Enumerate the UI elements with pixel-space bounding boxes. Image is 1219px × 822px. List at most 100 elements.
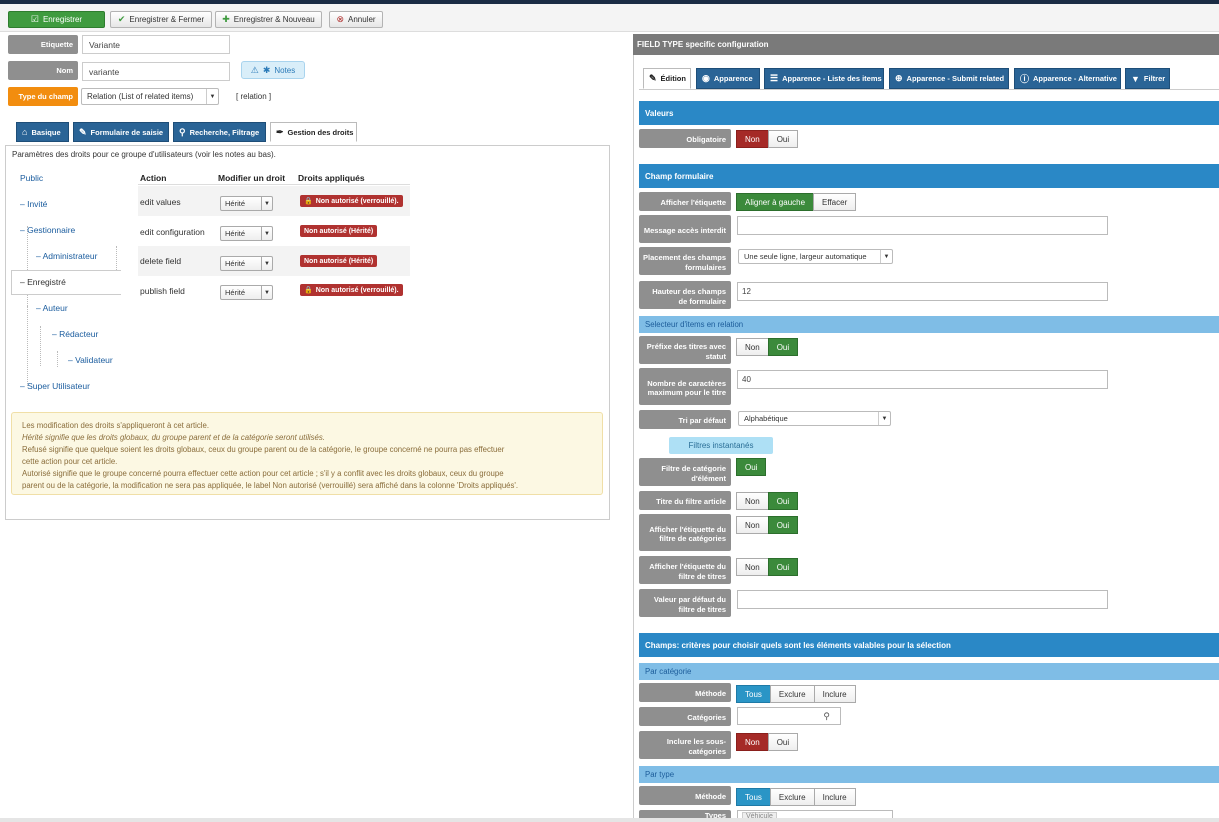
bottom-strip xyxy=(0,818,1219,822)
permission-select[interactable]: Hérité ▼ xyxy=(220,285,273,300)
tab-gestion-droits[interactable]: ✒ Gestion des droits xyxy=(270,122,357,142)
group-public[interactable]: Public xyxy=(20,173,43,183)
permission-select[interactable]: Hérité ▼ xyxy=(220,226,273,241)
tab-edition[interactable]: ✎ Édition xyxy=(643,68,691,89)
title-filter-toggle[interactable]: Non Oui xyxy=(736,492,799,510)
no-button[interactable]: Non xyxy=(736,558,769,576)
save-button[interactable]: ☑ Enregistrer xyxy=(8,11,105,28)
yes-button[interactable]: Oui xyxy=(767,516,799,534)
no-button[interactable]: Non xyxy=(736,492,769,510)
permission-select[interactable]: Hérité ▼ xyxy=(220,256,273,271)
clear-button[interactable]: Effacer xyxy=(813,193,857,211)
sort-select[interactable]: Alphabétique ▼ xyxy=(738,411,891,426)
align-left-button[interactable]: Aligner à gauche xyxy=(736,193,815,211)
pen-icon: ✒ xyxy=(276,126,284,137)
required-label: Obligatoire xyxy=(639,129,731,148)
note-line: Hérité signifie que les droits globaux, … xyxy=(22,433,325,442)
include-button[interactable]: Inclure xyxy=(813,788,856,806)
yes-button[interactable]: Oui xyxy=(767,130,799,148)
yes-button[interactable]: Oui xyxy=(767,338,799,356)
all-button[interactable]: Tous xyxy=(736,788,771,806)
tab-apparence-liste[interactable]: ☰ Apparence - Liste des items xyxy=(764,68,884,89)
yes-button[interactable]: Oui xyxy=(767,733,799,751)
action-cell: publish field xyxy=(140,286,185,296)
group-gestionnaire[interactable]: – Gestionnaire xyxy=(20,225,75,235)
check-icon: ✔ xyxy=(117,14,126,24)
prefix-toggle[interactable]: Non Oui xyxy=(736,338,799,356)
col-applied: Droits appliqués xyxy=(298,173,365,183)
access-message-label: Message accès interdit xyxy=(639,215,731,243)
field-type-select[interactable]: Relation (List of related items) ▼ xyxy=(81,88,219,105)
permission-select[interactable]: Hérité ▼ xyxy=(220,196,273,211)
tree-line xyxy=(27,306,28,366)
notes-button[interactable]: ⚠ ✱ Notes xyxy=(241,61,305,79)
placement-select[interactable]: Une seule ligne, largeur automatique ▼ xyxy=(738,249,893,264)
include-sub-toggle[interactable]: Non Oui xyxy=(736,733,799,751)
group-validateur[interactable]: – Validateur xyxy=(68,355,113,365)
cancel-icon: ⊗ xyxy=(336,14,344,24)
status-badge: Non autorisé (Hérité) xyxy=(300,225,378,237)
action-cell: edit configuration xyxy=(140,227,205,237)
default-title-filter-input[interactable] xyxy=(737,590,1108,609)
no-button[interactable]: Non xyxy=(736,130,769,148)
tab-formulaire[interactable]: ✎ Formulaire de saisie xyxy=(73,122,169,142)
exclude-button[interactable]: Exclure xyxy=(769,788,815,806)
group-redacteur[interactable]: – Rédacteur xyxy=(52,329,98,339)
col-action: Action xyxy=(140,173,167,183)
show-label-toggle[interactable]: Aligner à gauche Effacer xyxy=(736,193,857,211)
height-input[interactable]: 12 xyxy=(737,282,1108,301)
method2-toggle[interactable]: Tous Exclure Inclure xyxy=(736,788,856,806)
show-cat-filter-label-toggle[interactable]: Non Oui xyxy=(736,516,799,534)
yes-button[interactable]: Oui xyxy=(767,492,799,510)
tab-apparence-alternative[interactable]: ⓘ Apparence - Alternative xyxy=(1014,68,1121,89)
chevron-down-icon: ▼ xyxy=(880,250,892,263)
required-toggle[interactable]: Non Oui xyxy=(736,130,799,148)
name-input[interactable]: variante xyxy=(82,62,230,81)
group-administrateur[interactable]: – Administrateur xyxy=(36,251,97,261)
section-selecteur: Selecteur d'items en relation xyxy=(639,316,1219,333)
show-title-filter-label-toggle[interactable]: Non Oui xyxy=(736,558,799,576)
height-label: Hauteur des champs de formulaire xyxy=(639,281,731,309)
access-message-input[interactable] xyxy=(737,216,1108,235)
group-invite[interactable]: – Invité xyxy=(20,199,47,209)
group-enregistre[interactable]: – Enregistré xyxy=(20,277,66,287)
chevron-down-icon: ▼ xyxy=(878,412,890,425)
chevron-down-icon: ▼ xyxy=(261,257,272,270)
tabs-divider xyxy=(639,89,1219,90)
all-button[interactable]: Tous xyxy=(736,685,771,703)
cat-filter-label: Filtre de catégorie d'élément xyxy=(639,458,731,486)
cancel-button[interactable]: ⊗ Annuler xyxy=(329,11,383,28)
yes-button[interactable]: Oui xyxy=(736,458,767,476)
show-label-label: Afficher l'étiquette xyxy=(639,192,731,211)
search-icon: ⚲ xyxy=(823,711,830,721)
tab-basique[interactable]: ⌂ Basique xyxy=(16,122,69,142)
method2-label: Méthode xyxy=(639,786,731,805)
tab-apparence[interactable]: ◉ Apparence xyxy=(696,68,760,89)
method-toggle[interactable]: Tous Exclure Inclure xyxy=(736,685,856,703)
tab-filtrer[interactable]: ▼ Filtrer xyxy=(1125,68,1170,89)
section-champs-criteres: Champs: critères pour choisir quels sont… xyxy=(639,633,1219,657)
cat-filter-toggle[interactable]: Oui xyxy=(736,458,767,476)
no-button[interactable]: Non xyxy=(736,338,769,356)
categories-input[interactable]: ⚲ xyxy=(737,707,841,725)
label-field-label: Etiquette xyxy=(8,35,78,54)
save-close-button[interactable]: ✔ Enregistrer & Fermer xyxy=(110,11,212,28)
group-auteur[interactable]: – Auteur xyxy=(36,303,68,313)
group-super-utilisateur[interactable]: – Super Utilisateur xyxy=(20,381,90,391)
tab-apparence-submit[interactable]: ⊕ Apparence - Submit related xyxy=(889,68,1009,89)
save-new-button[interactable]: ✚ Enregistrer & Nouveau xyxy=(215,11,322,28)
name-field-label: Nom xyxy=(8,61,78,80)
tab-recherche[interactable]: ⚲ Recherche, Filtrage xyxy=(173,122,266,142)
plus-icon: ✚ xyxy=(222,14,230,24)
include-button[interactable]: Inclure xyxy=(813,685,856,703)
label-input[interactable]: Variante xyxy=(82,35,230,54)
yes-button[interactable]: Oui xyxy=(767,558,799,576)
max-chars-input[interactable]: 40 xyxy=(737,370,1108,389)
no-button[interactable]: Non xyxy=(736,733,769,751)
status-badge: 🔒 Non autorisé (verrouillé). xyxy=(300,284,403,296)
no-button[interactable]: Non xyxy=(736,516,769,534)
default-title-filter-label: Valeur par défaut du filtre de titres xyxy=(639,589,731,617)
exclude-button[interactable]: Exclure xyxy=(769,685,815,703)
save-icon: ☑ xyxy=(30,14,39,24)
note-line: parent ou de la catégorie, la modificati… xyxy=(22,481,519,490)
